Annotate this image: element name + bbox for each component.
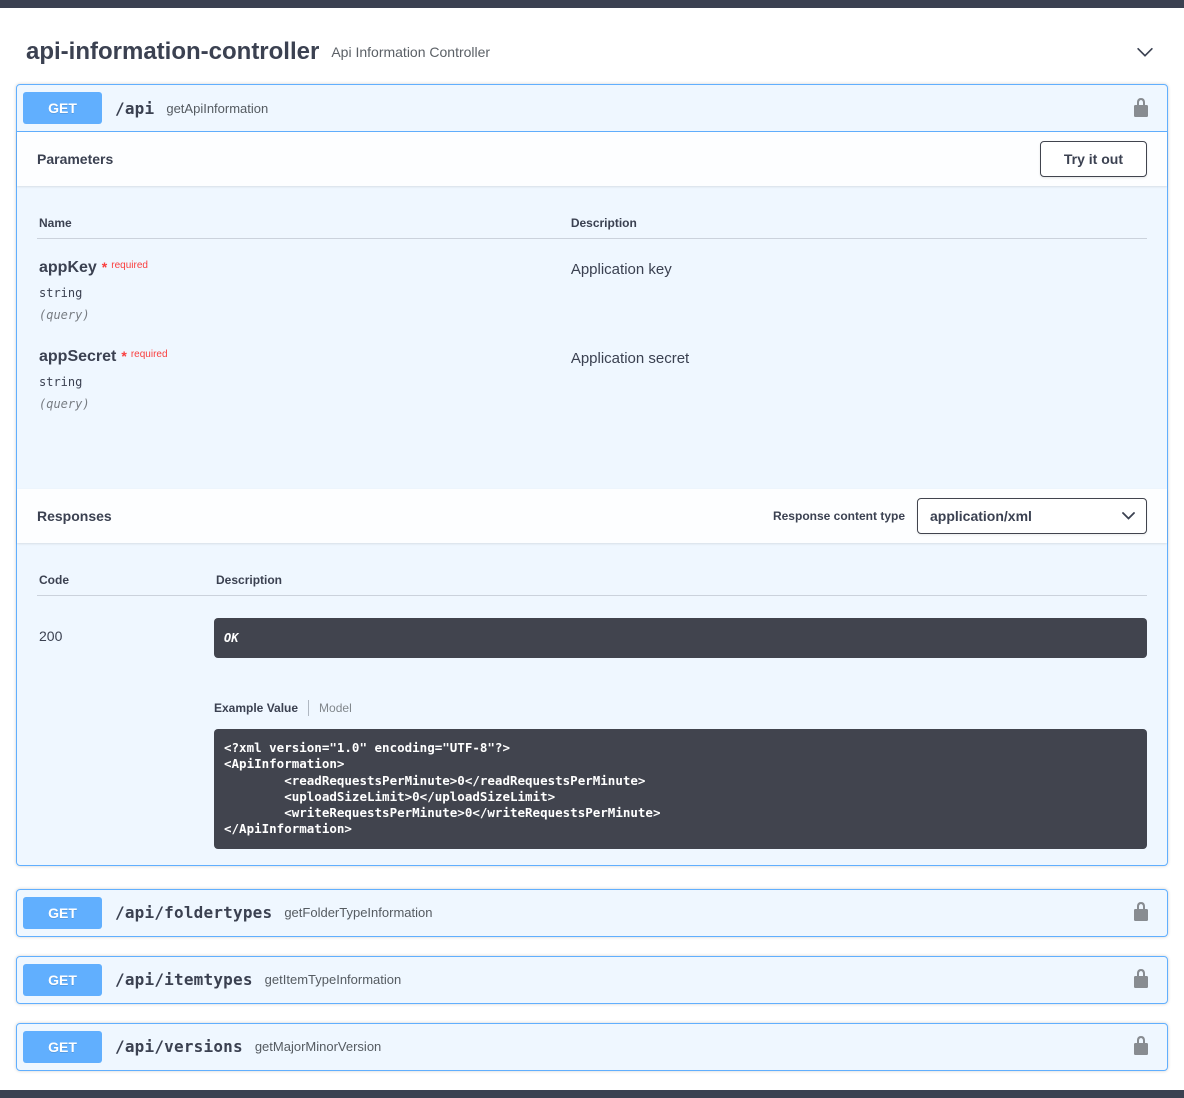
tab-example-value[interactable]: Example Value: [214, 701, 298, 715]
tag-description: Api Information Controller: [331, 44, 490, 60]
content-wrapper: api-information-controller Api Informati…: [0, 8, 1184, 1090]
response-content-type: Response content type application/xml: [773, 498, 1147, 534]
example-xml: <?xml version="1.0" encoding="UTF-8"?> <…: [224, 740, 1137, 838]
operation-summary-text: getFolderTypeInformation: [284, 905, 432, 920]
required-star: *: [102, 259, 107, 275]
authorize-button[interactable]: [1129, 899, 1153, 926]
responses-table: Code Description 200 OK Example Value Mo…: [17, 543, 1167, 865]
method-badge: GET: [23, 964, 102, 996]
authorize-button[interactable]: [1129, 966, 1153, 993]
parameters-table-header: Name Description: [37, 208, 1147, 239]
response-code: 200: [37, 618, 214, 849]
parameter-type: string: [39, 286, 571, 300]
parameter-meta: appKey * required string (query): [39, 259, 571, 322]
method-badge: GET: [23, 92, 102, 124]
column-description-header: Description: [216, 573, 1147, 587]
responses-header: Responses Response content type applicat…: [17, 489, 1167, 543]
example-value-panel[interactable]: <?xml version="1.0" encoding="UTF-8"?> <…: [214, 729, 1147, 849]
parameter-description: Application key: [571, 259, 1147, 322]
parameter-row: appKey * required string (query) Applica…: [37, 239, 1147, 328]
operation-path: /api: [115, 99, 154, 118]
tab-model[interactable]: Model: [319, 701, 352, 715]
operation-get-api-itemtypes: GET /api/itemtypes getItemTypeInformatio…: [16, 956, 1168, 1004]
response-row: 200 OK Example Value Model <?xml version…: [37, 596, 1147, 849]
top-bar: [0, 0, 1184, 8]
responses-title: Responses: [37, 508, 112, 524]
parameter-name: appSecret: [39, 348, 116, 366]
operation-summary-text: getMajorMinorVersion: [255, 1039, 381, 1054]
column-code-header: Code: [39, 573, 216, 587]
parameters-table: Name Description appKey * required strin…: [17, 186, 1167, 489]
operation-path: /api/foldertypes: [115, 903, 272, 922]
method-badge: GET: [23, 897, 102, 929]
parameter-description: Application secret: [571, 348, 1147, 411]
required-label: required: [111, 260, 148, 271]
lock-icon: [1131, 1035, 1151, 1058]
parameter-location: (query): [39, 308, 571, 322]
operation-path: /api/versions: [115, 1037, 243, 1056]
operation-get-api-foldertypes: GET /api/foldertypes getFolderTypeInform…: [16, 889, 1168, 937]
tab-divider: [308, 700, 309, 716]
operation-summary-text: getApiInformation: [166, 101, 268, 116]
lock-icon: [1131, 901, 1151, 924]
required-label: required: [131, 349, 168, 360]
parameters-title: Parameters: [37, 151, 113, 167]
operation-summary-text: getItemTypeInformation: [265, 972, 402, 987]
example-model-tabs: Example Value Model: [214, 700, 1147, 716]
tag-title: api-information-controller: [26, 38, 319, 66]
parameter-type: string: [39, 375, 571, 389]
operation-get-api-versions: GET /api/versions getMajorMinorVersion: [16, 1023, 1168, 1071]
parameter-name: appKey: [39, 259, 97, 277]
column-description-header: Description: [571, 216, 1147, 230]
parameter-location: (query): [39, 397, 571, 411]
bottom-bar: [0, 1090, 1184, 1098]
response-content-type-select[interactable]: application/xml: [917, 498, 1147, 534]
method-badge: GET: [23, 1031, 102, 1063]
operation-summary[interactable]: GET /api/itemtypes getItemTypeInformatio…: [17, 957, 1167, 1003]
response-description-cell: OK Example Value Model <?xml version="1.…: [214, 618, 1147, 849]
lock-icon: [1131, 97, 1151, 120]
tag-header[interactable]: api-information-controller Api Informati…: [16, 8, 1168, 84]
operation-summary[interactable]: GET /api/foldertypes getFolderTypeInform…: [17, 890, 1167, 936]
try-it-out-button[interactable]: Try it out: [1040, 141, 1147, 177]
operation-path: /api/itemtypes: [115, 970, 253, 989]
authorize-button[interactable]: [1129, 1033, 1153, 1060]
parameters-header: Parameters Try it out: [17, 132, 1167, 186]
required-star: *: [121, 348, 126, 364]
response-content-type-label: Response content type: [773, 509, 905, 523]
responses-table-header: Code Description: [37, 565, 1147, 596]
column-name-header: Name: [39, 216, 571, 230]
response-description: OK: [214, 618, 1147, 658]
chevron-down-icon[interactable]: [1134, 41, 1156, 63]
operation-get-api: GET /api getApiInformation Parameters Tr…: [16, 84, 1168, 866]
operation-summary[interactable]: GET /api getApiInformation: [17, 85, 1167, 132]
lock-icon: [1131, 968, 1151, 991]
parameter-meta: appSecret * required string (query): [39, 348, 571, 411]
authorize-button[interactable]: [1129, 95, 1153, 122]
parameter-row: appSecret * required string (query) Appl…: [37, 328, 1147, 417]
